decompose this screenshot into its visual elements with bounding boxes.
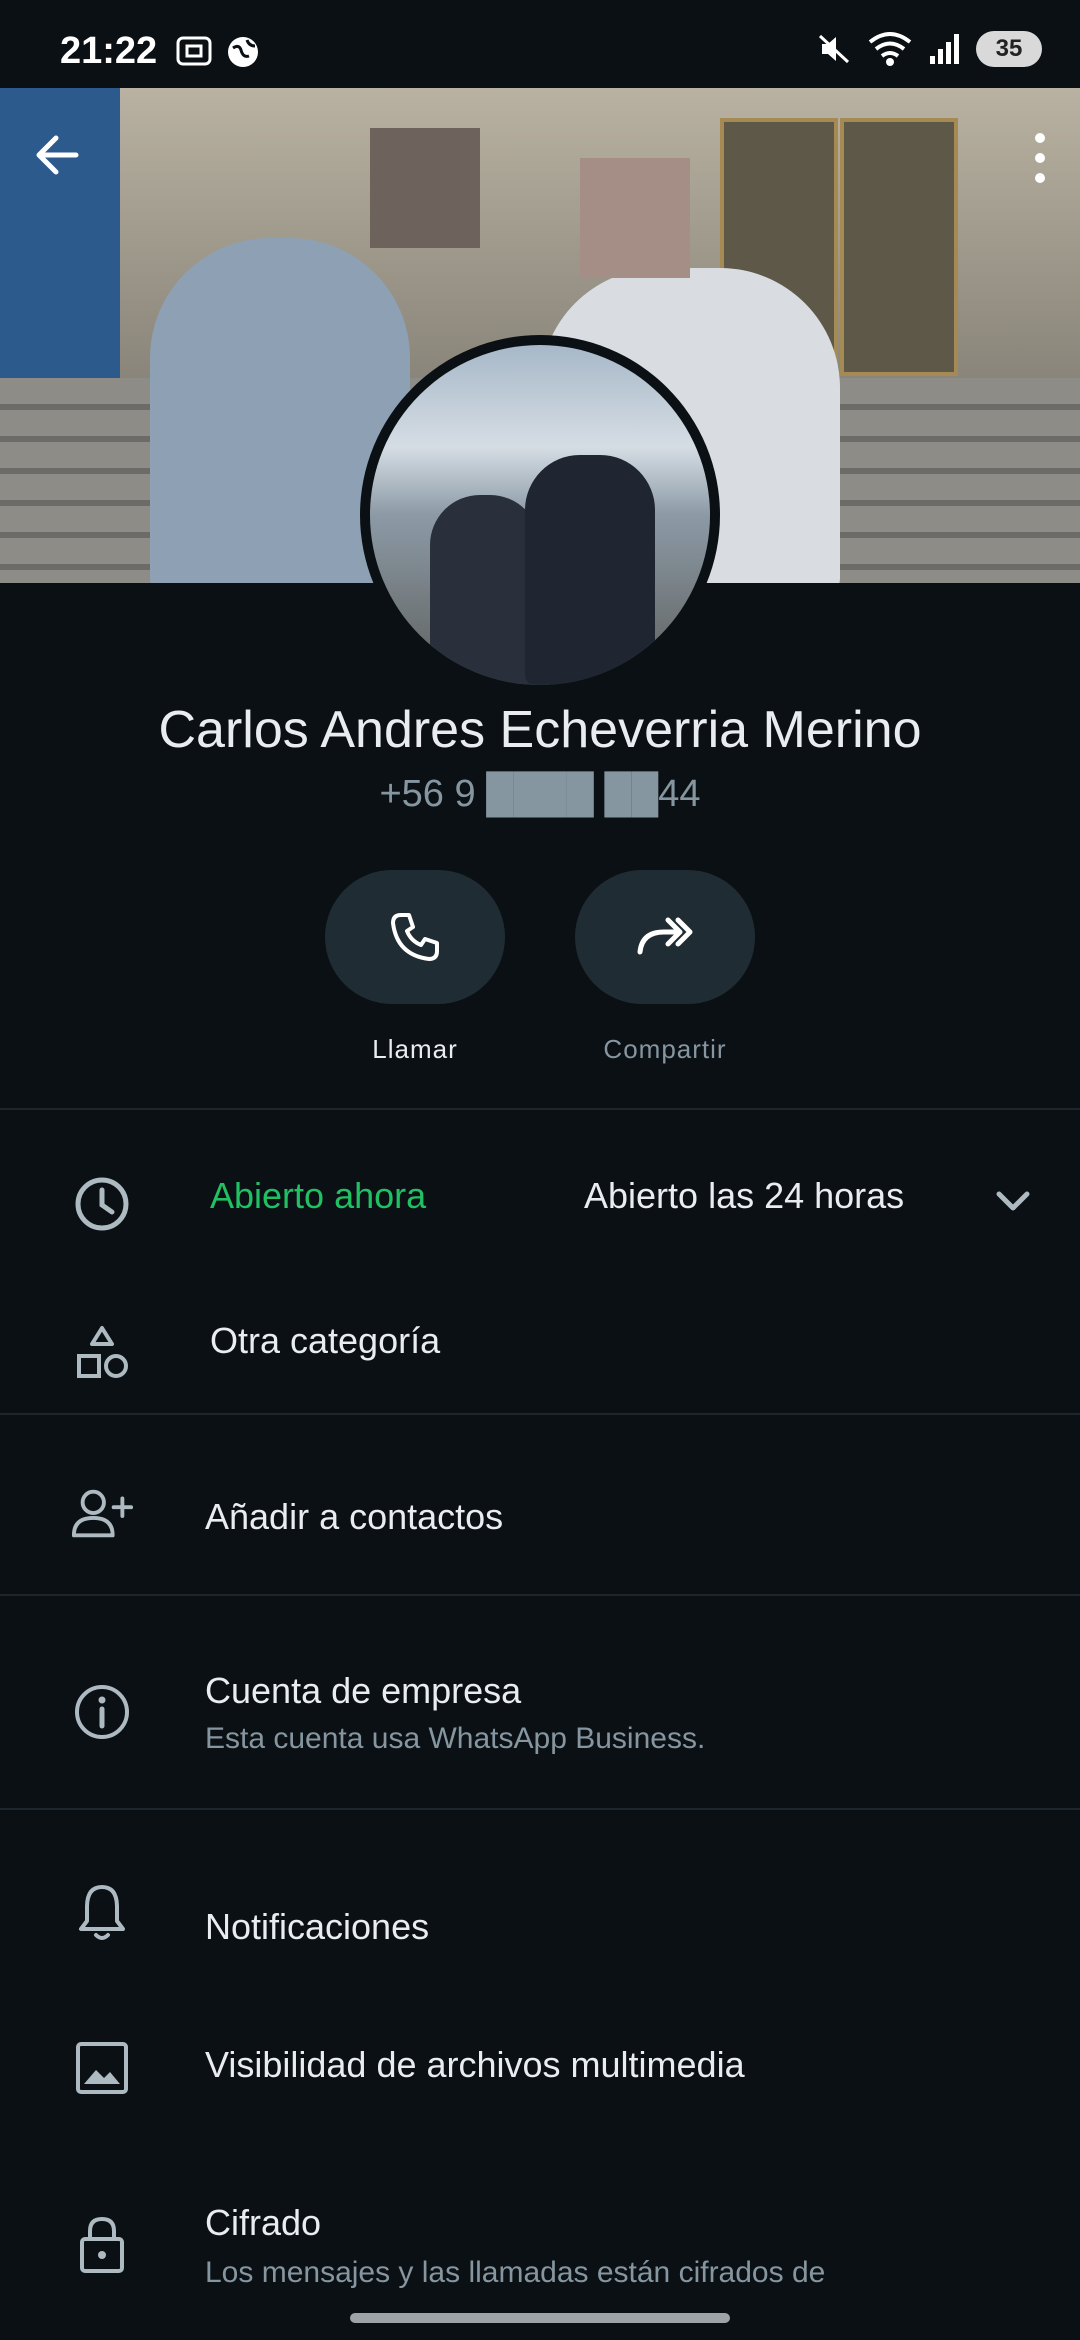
add-person-icon bbox=[71, 1489, 134, 1538]
clock-icon bbox=[75, 1177, 129, 1231]
signal-icon bbox=[930, 34, 959, 64]
arrow-left-icon bbox=[36, 135, 79, 175]
home-indicator[interactable] bbox=[350, 2313, 730, 2323]
hours-schedule: Abierto las 24 horas bbox=[584, 1175, 905, 1216]
image-icon bbox=[76, 2042, 128, 2094]
status-time: 21:22 bbox=[60, 30, 158, 72]
shapes-icon bbox=[77, 1326, 128, 1378]
back-button[interactable] bbox=[30, 128, 84, 187]
share-label: Compartir bbox=[603, 1034, 727, 1064]
status-bar: 21:22 35 bbox=[0, 0, 1080, 88]
business-account-subtitle: Esta cuenta usa WhatsApp Business. bbox=[205, 1722, 706, 1755]
action-buttons: Llamar Compartir bbox=[0, 870, 1080, 1065]
phone-icon bbox=[391, 913, 439, 961]
media-visibility-row[interactable]: Visibilidad de archivos multimedia bbox=[0, 2020, 1080, 2120]
call-action[interactable]: Llamar bbox=[325, 870, 505, 1065]
contact-phone: +56 9 ████ ██44 bbox=[379, 773, 701, 815]
globe-icon bbox=[228, 37, 258, 67]
category-row: Otra categoría bbox=[0, 1300, 1080, 1400]
info-icon bbox=[75, 1685, 129, 1739]
wifi-icon bbox=[868, 32, 912, 66]
add-to-contacts-label: Añadir a contactos bbox=[205, 1496, 504, 1537]
lock-icon bbox=[80, 2216, 124, 2273]
contact-name: Carlos Andres Echeverria Merino bbox=[158, 701, 922, 759]
expand-hours-button[interactable] bbox=[994, 1188, 1032, 1219]
media-visibility-label: Visibilidad de archivos multimedia bbox=[205, 2044, 745, 2085]
screenshot-icon bbox=[176, 36, 212, 66]
notifications-row[interactable]: Notificaciones bbox=[0, 1860, 1080, 1960]
share-action[interactable]: Compartir bbox=[575, 870, 755, 1065]
add-to-contacts-row[interactable]: Añadir a contactos bbox=[0, 1460, 1080, 1570]
bell-icon bbox=[79, 1885, 125, 1940]
business-account-row[interactable]: Cuenta de empresa Esta cuenta usa WhatsA… bbox=[0, 1640, 1080, 1790]
avatar[interactable] bbox=[360, 335, 720, 695]
more-options-button[interactable] bbox=[1030, 130, 1050, 191]
battery-indicator: 35 bbox=[976, 31, 1042, 67]
share-button[interactable] bbox=[575, 870, 755, 1004]
notifications-label: Notificaciones bbox=[205, 1906, 430, 1947]
encryption-subtitle: Los mensajes y las llamadas están cifrad… bbox=[205, 2256, 826, 2289]
open-now-status: Abierto ahora bbox=[210, 1175, 427, 1216]
encryption-title: Cifrado bbox=[205, 2202, 322, 2243]
more-vert-icon bbox=[1035, 133, 1045, 183]
call-label: Llamar bbox=[372, 1034, 458, 1064]
business-account-title: Cuenta de empresa bbox=[205, 1670, 522, 1711]
chevron-down-icon bbox=[996, 1191, 1030, 1211]
mute-icon bbox=[818, 34, 850, 64]
category-label: Otra categoría bbox=[210, 1320, 441, 1361]
call-button[interactable] bbox=[325, 870, 505, 1004]
encryption-row[interactable]: Cifrado Los mensajes y las llamadas está… bbox=[0, 2180, 1080, 2320]
section-divider bbox=[0, 1108, 1080, 1110]
business-hours-row[interactable] bbox=[0, 1140, 1080, 1260]
share-forward-icon bbox=[637, 917, 693, 955]
